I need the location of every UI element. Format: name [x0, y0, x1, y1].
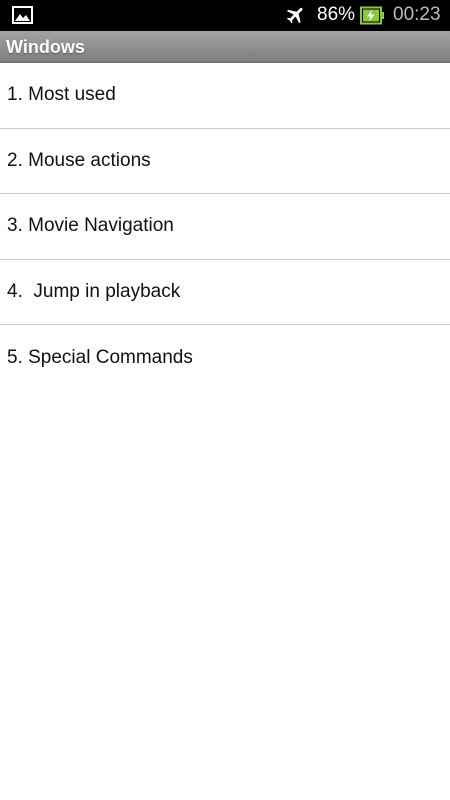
menu-item-jump-in-playback[interactable]: 4. Jump in playback [0, 260, 450, 325]
menu-item-mouse-actions[interactable]: 2. Mouse actions [0, 129, 450, 194]
airplane-mode-icon [286, 7, 303, 24]
menu-item-most-used[interactable]: 1. Most used [0, 63, 450, 129]
picture-icon [12, 6, 33, 24]
menu-list: 1. Most used 2. Mouse actions 3. Movie N… [0, 63, 450, 391]
menu-item-label: 4. Jump in playback [7, 280, 181, 302]
clock: 00:23 [393, 4, 441, 25]
battery-charging-icon [360, 6, 384, 25]
menu-item-label: 2. Mouse actions [7, 149, 151, 171]
page-title: Windows [6, 37, 85, 57]
menu-item-label: 1. Most used [7, 84, 116, 106]
menu-item-label: 3. Movie Navigation [7, 215, 174, 237]
status-bar: 86% 00:23 [0, 0, 450, 31]
battery-percent: 86% [317, 4, 356, 25]
menu-item-special-commands[interactable]: 5. Special Commands [0, 325, 450, 391]
menu-item-movie-navigation[interactable]: 3. Movie Navigation [0, 194, 450, 260]
menu-item-label: 5. Special Commands [7, 346, 193, 368]
title-bar: Windows [0, 31, 450, 63]
